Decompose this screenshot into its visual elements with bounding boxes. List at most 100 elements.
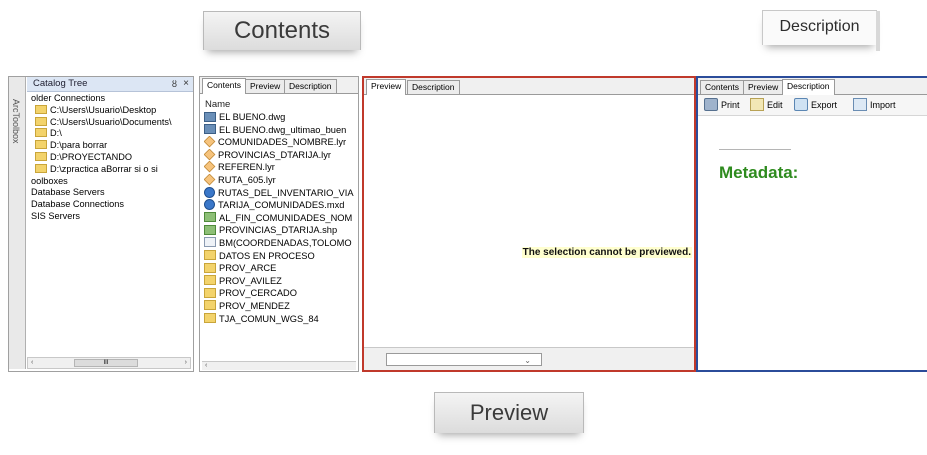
contents-horizontal-scrollbar[interactable]: ‹ [202, 361, 356, 370]
arctoolbox-strip[interactable]: ArcToolbox [9, 77, 26, 369]
list-item-label: PROV_MENDEZ [219, 300, 290, 311]
catalog-tree-panel: ArcToolbox Catalog Tree ȣ × older Connec… [8, 76, 194, 372]
scroll-left-icon[interactable]: ‹ [202, 362, 207, 369]
tree-item-label: D:\ [50, 128, 62, 139]
catalog-tree: older Connections C:\Users\Usuario\Deskt… [31, 93, 191, 223]
tree-item-label: older Connections [31, 93, 106, 103]
list-item[interactable]: EL BUENO.dwg_ultimao_buen [204, 124, 358, 137]
import-button[interactable]: Import [853, 98, 896, 112]
list-item-label: COMUNIDADES_NOMBRE.lyr [218, 137, 347, 148]
list-item[interactable]: PROV_AVILEZ [204, 275, 358, 288]
arctoolbox-label[interactable]: ArcToolbox [11, 99, 21, 144]
list-item-label: RUTAS_DEL_INVENTARIO_VIA [218, 187, 354, 198]
catalog-tree-title-bar: Catalog Tree ȣ × [27, 77, 193, 92]
list-item-label: PROV_ARCE [219, 263, 277, 274]
tree-item-label: Database Connections [31, 199, 124, 210]
tab-preview[interactable]: Preview [366, 79, 407, 95]
list-item[interactable]: TJA_COMUN_WGS_84 [204, 313, 358, 326]
tree-item[interactable]: oolboxes [31, 176, 191, 188]
tree-item-label: oolboxes [31, 175, 68, 186]
print-icon [704, 98, 718, 112]
import-label: Import [870, 100, 896, 110]
zoomed-description-tab: Description [762, 10, 880, 51]
tab-description[interactable]: Description [782, 79, 835, 95]
tree-item[interactable]: SIS Servers [31, 211, 191, 223]
preview-type-dropdown[interactable]: ⌄ [386, 353, 542, 366]
list-item[interactable]: RUTAS_DEL_INVENTARIO_VIA [204, 186, 358, 200]
list-item[interactable]: EL BUENO.dwg [204, 111, 358, 124]
map-document-icon [204, 186, 215, 198]
print-button[interactable]: Print [704, 98, 740, 112]
tree-item[interactable]: D:\para borrar [31, 140, 191, 152]
tree-item-label: C:\Users\Usuario\Documents\ [50, 116, 172, 127]
list-item[interactable]: PROV_ARCE [204, 262, 358, 275]
edit-button[interactable]: Edit [750, 98, 783, 112]
zoomed-preview-tab: Preview [434, 392, 584, 433]
list-item[interactable]: RUTA_605.lyr [204, 173, 358, 187]
tree-item[interactable]: D:\ [31, 128, 191, 140]
metadata-heading: Metadata: [719, 163, 799, 182]
tree-item[interactable]: Database Connections [31, 199, 191, 211]
shapefile-icon [204, 212, 216, 223]
scroll-left-icon[interactable]: ‹ [31, 358, 33, 367]
list-item[interactable]: PROVINCIAS_DTARIJA.lyr [204, 148, 358, 162]
chevron-down-icon[interactable]: ⌄ [524, 356, 531, 365]
description-toolbar: Print Edit Export Import [698, 95, 927, 116]
list-item[interactable]: PROV_CERCADO [204, 287, 358, 300]
close-icon[interactable]: × [183, 77, 189, 91]
list-item-label: TJA_COMUN_WGS_84 [219, 313, 319, 324]
layer-icon [204, 161, 216, 173]
tab-preview[interactable]: Preview [743, 80, 784, 94]
shapefile-icon [204, 224, 216, 235]
tree-item[interactable]: C:\Users\Usuario\Desktop [31, 105, 191, 117]
tab-contents[interactable]: Contents [700, 80, 745, 94]
folder-icon [204, 300, 216, 311]
preview-tab-bar: Preview Description [364, 78, 694, 95]
contents-list: EL BUENO.dwg EL BUENO.dwg_ultimao_buen C… [204, 111, 358, 325]
tab-description[interactable]: Description [407, 80, 460, 94]
description-tab-bar: Contents Preview Description [698, 78, 927, 95]
list-item[interactable]: AL_FIN_COMUNIDADES_NOM [204, 212, 358, 225]
name-column-header[interactable]: Name [205, 99, 230, 110]
tree-item-label: D:\para borrar [50, 140, 108, 151]
scroll-thumb[interactable]: III [74, 359, 138, 367]
list-item[interactable]: DATOS EN PROCESO [204, 250, 358, 263]
tree-item-label: C:\Users\Usuario\Desktop [50, 104, 157, 115]
folder-icon [204, 275, 216, 286]
list-item-label: PROVINCIAS_DTARIJA.shp [219, 225, 338, 236]
tree-item-label: D:\zpractica aBorrar si o si [50, 163, 158, 174]
tree-item[interactable]: D:\PROYECTANDO [31, 152, 191, 164]
tree-item-label: SIS Servers [31, 210, 81, 221]
list-item[interactable]: REFEREN.lyr [204, 161, 358, 174]
edit-label: Edit [767, 100, 783, 110]
catalog-horizontal-scrollbar[interactable]: ‹ III › [27, 357, 191, 369]
catalog-tree-title: Catalog Tree [33, 78, 88, 89]
tab-preview[interactable]: Preview [245, 79, 286, 93]
tree-item[interactable]: Database Servers [31, 187, 191, 199]
folder-icon [35, 116, 47, 126]
export-button[interactable]: Export [794, 98, 838, 112]
list-item-label: RUTA_605.lyr [218, 174, 276, 185]
tab-contents[interactable]: Contents [202, 78, 247, 94]
list-item[interactable]: BM(COORDENADAS,TOLOMO [204, 237, 358, 250]
export-label: Export [811, 100, 838, 110]
tree-item[interactable]: older Connections [31, 93, 191, 105]
list-item[interactable]: PROVINCIAS_DTARIJA.shp [204, 224, 358, 237]
list-item[interactable]: COMUNIDADES_NOMBRE.lyr [204, 136, 358, 149]
folder-icon [204, 250, 216, 261]
list-item[interactable]: PROV_MENDEZ [204, 300, 358, 313]
scroll-right-icon[interactable]: › [185, 358, 187, 367]
table-icon [204, 237, 216, 248]
list-item[interactable]: TARIJA_COMUNIDADES.mxd [204, 199, 358, 212]
preview-message: The selection cannot be previewed. [521, 247, 692, 258]
folder-icon [204, 287, 216, 298]
layer-icon [204, 136, 216, 148]
pin-icon[interactable]: ȣ [172, 77, 177, 91]
list-item-label: AL_FIN_COMUNIDADES_NOM [219, 212, 353, 223]
list-item-label: BM(COORDENADAS,TOLOMO [219, 237, 352, 248]
folder-icon [204, 313, 216, 324]
tab-description[interactable]: Description [284, 79, 337, 93]
tree-item[interactable]: C:\Users\Usuario\Documents\ [31, 117, 191, 129]
tree-item[interactable]: D:\zpractica aBorrar si o si [31, 164, 191, 176]
layer-icon [204, 173, 216, 186]
